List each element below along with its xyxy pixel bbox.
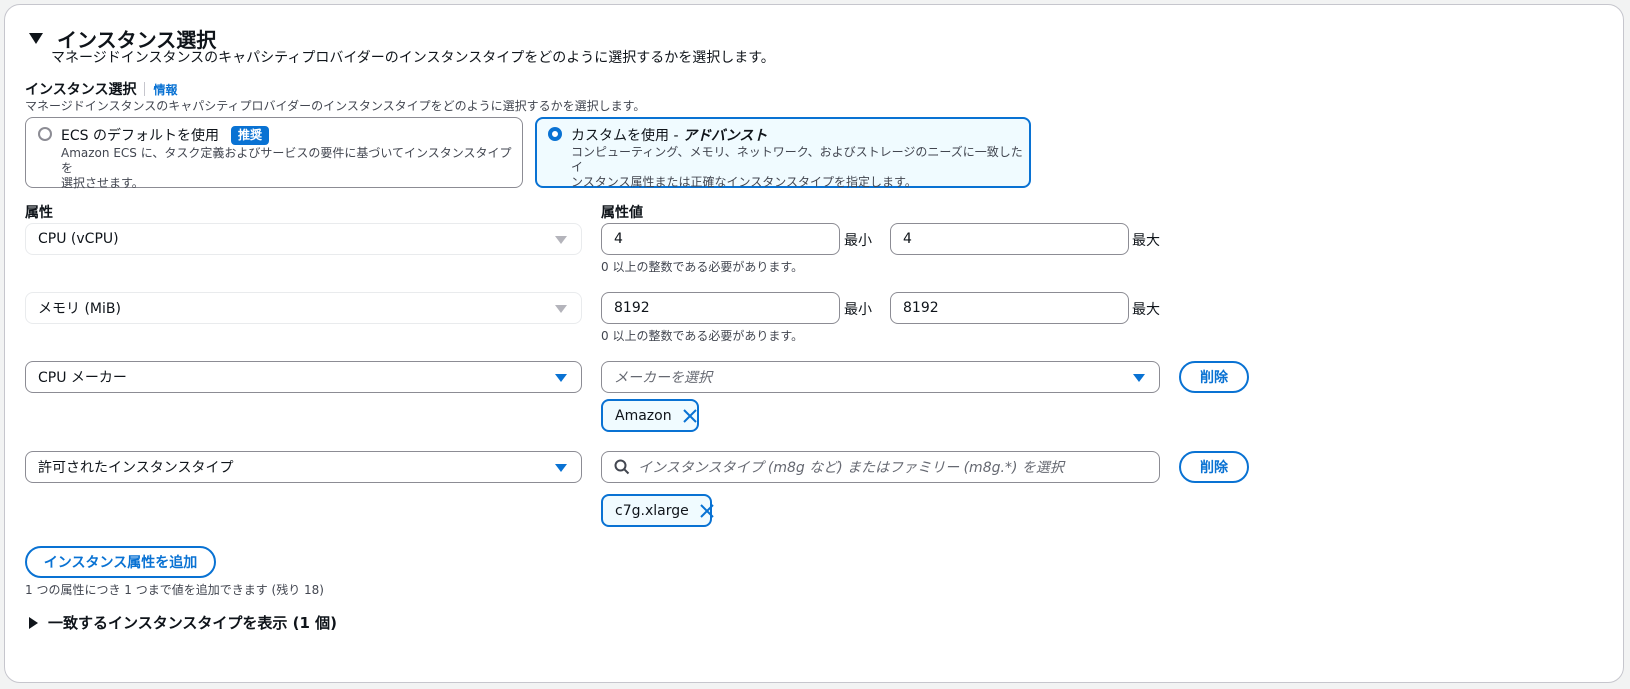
tile-custom-advanced-description: コンピューティング、メモリ、ネットワーク、およびストレージのニーズに一致したイ … xyxy=(571,145,1029,190)
cpu-min-label: 最小 xyxy=(844,233,872,249)
remove-manufacturer-button[interactable]: 削除 xyxy=(1179,361,1249,393)
tile-ecs-default-desc-line2: 選択させます。 xyxy=(61,176,144,190)
tile-ecs-default-title: ECS のデフォルトを使用 xyxy=(61,128,219,144)
attribute-select-cpu-value: CPU (vCPU) xyxy=(38,231,119,247)
attribute-select-cpu[interactable]: CPU (vCPU) xyxy=(25,223,582,255)
close-icon[interactable] xyxy=(682,408,698,424)
attribute-select-allowed-types-value: 許可されたインスタンスタイプ xyxy=(38,460,234,476)
add-instance-attribute-button[interactable]: インスタンス属性を追加 xyxy=(25,546,216,578)
close-icon[interactable] xyxy=(699,503,715,519)
caret-down-icon xyxy=(555,464,567,472)
token-c7g-xlarge-label: c7g.xlarge xyxy=(615,502,689,519)
memory-hint: 0 以上の整数である必要があります。 xyxy=(601,329,804,343)
caret-down-icon xyxy=(1133,374,1145,382)
tile-custom-title-emphasis: アドバンスト xyxy=(682,128,768,144)
value-column-header: 属性値 xyxy=(601,205,643,221)
selection-description: マネージドインスタンスのキャパシティプロバイダーのインスタンスタイプをどのように… xyxy=(25,99,646,113)
recommended-badge: 推奨 xyxy=(230,125,269,145)
selection-label-row: インスタンス選択 情報 xyxy=(25,79,177,99)
caret-down-icon xyxy=(555,374,567,382)
caret-right-icon xyxy=(29,616,38,629)
attribute-select-cpu-manufacturer-value: CPU メーカー xyxy=(38,370,127,386)
tile-ecs-default-title-row: ECS のデフォルトを使用 推奨 xyxy=(61,125,269,145)
attribute-select-cpu-manufacturer[interactable]: CPU メーカー xyxy=(25,361,582,393)
cpu-max-value: 4 xyxy=(903,231,912,247)
tile-custom-desc-line2: ンスタンス属性または正確なインスタンスタイプを指定します。 xyxy=(571,175,917,189)
instance-type-search-placeholder: インスタンスタイプ (m8g など) またはファミリー (m8g.*) を選択 xyxy=(638,460,1064,476)
tile-custom-advanced[interactable]: カスタムを使用 - アドバンスト コンピューティング、メモリ、ネットワーク、およ… xyxy=(535,117,1031,190)
caret-down-icon xyxy=(555,305,567,313)
token-amazon-label: Amazon xyxy=(615,407,672,424)
tile-ecs-default[interactable]: ECS のデフォルトを使用 推奨 Amazon ECS に、タスク定義およびサー… xyxy=(25,117,523,191)
caret-down-icon xyxy=(555,236,567,244)
memory-min-label: 最小 xyxy=(844,302,872,318)
memory-max-input[interactable]: 8192 xyxy=(890,292,1129,324)
remove-allowed-types-button[interactable]: 削除 xyxy=(1179,451,1249,483)
manufacturer-placeholder: メーカーを選択 xyxy=(614,370,712,386)
tile-custom-title-prefix: カスタムを使用 - xyxy=(571,128,683,144)
selection-label: インスタンス選択 xyxy=(25,82,137,98)
tile-ecs-default-description: Amazon ECS に、タスク定義およびサービスの要件に基づいてインスタンスタ… xyxy=(61,146,522,191)
search-icon xyxy=(614,459,630,475)
cpu-hint: 0 以上の整数である必要があります。 xyxy=(601,260,804,274)
cpu-max-label: 最大 xyxy=(1132,233,1160,249)
add-attribute-hint: 1 つの属性につき 1 つまで値を追加できます (残り 18) xyxy=(25,583,324,597)
cpu-min-input[interactable]: 4 xyxy=(601,223,840,255)
info-link[interactable]: 情報 xyxy=(153,81,177,98)
label-divider xyxy=(144,82,146,96)
token-c7g-xlarge: c7g.xlarge xyxy=(601,494,715,527)
tile-ecs-default-desc-line1: Amazon ECS に、タスク定義およびサービスの要件に基づいてインスタンスタ… xyxy=(61,146,512,175)
memory-min-input[interactable]: 8192 xyxy=(601,292,840,324)
matching-instance-types-toggle[interactable]: 一致するインスタンスタイプを表示 (1 個) xyxy=(29,612,337,633)
attribute-select-allowed-types[interactable]: 許可されたインスタンスタイプ xyxy=(25,451,582,483)
attribute-column-header: 属性 xyxy=(25,205,53,221)
radio-ecs-default[interactable] xyxy=(38,127,52,141)
matching-instance-types-label: 一致するインスタンスタイプを表示 (1 個) xyxy=(48,614,337,632)
instance-type-search-input[interactable]: インスタンスタイプ (m8g など) またはファミリー (m8g.*) を選択 xyxy=(601,451,1160,483)
cpu-min-value: 4 xyxy=(614,231,623,247)
attribute-select-memory-value: メモリ (MiB) xyxy=(38,301,121,317)
radio-custom-advanced[interactable] xyxy=(548,127,562,141)
instance-selection-container: インスタンス選択 マネージドインスタンスのキャパシティプロバイダーのインスタンス… xyxy=(4,4,1624,683)
memory-max-value: 8192 xyxy=(903,300,939,316)
memory-max-label: 最大 xyxy=(1132,302,1160,318)
attribute-select-memory[interactable]: メモリ (MiB) xyxy=(25,292,582,324)
section-description: マネージドインスタンスのキャパシティプロバイダーのインスタンスタイプをどのように… xyxy=(51,50,775,66)
tile-custom-advanced-title: カスタムを使用 - アドバンスト xyxy=(571,125,767,145)
token-amazon: Amazon xyxy=(601,399,699,432)
manufacturer-multiselect[interactable]: メーカーを選択 xyxy=(601,361,1160,393)
caret-down-icon xyxy=(29,32,43,44)
memory-min-value: 8192 xyxy=(614,300,650,316)
cpu-max-input[interactable]: 4 xyxy=(890,223,1129,255)
tile-custom-desc-line1: コンピューティング、メモリ、ネットワーク、およびストレージのニーズに一致したイ xyxy=(571,145,1023,174)
